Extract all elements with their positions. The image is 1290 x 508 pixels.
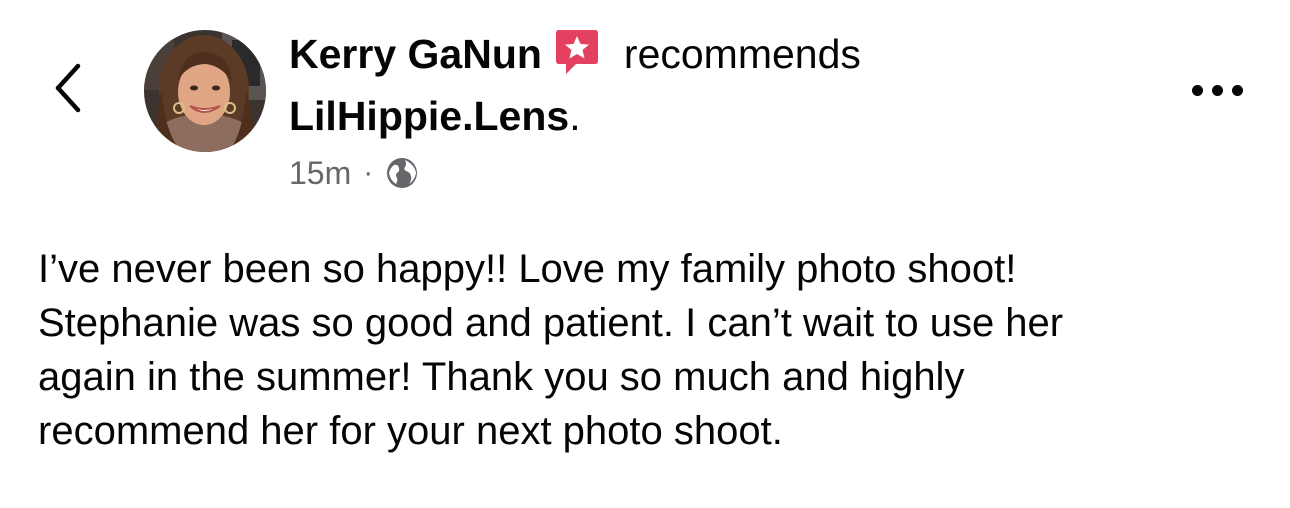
- more-options-icon: [1211, 84, 1223, 96]
- chevron-left-icon: [55, 63, 81, 113]
- header-line: Kerry GaNun recommends: [289, 26, 1109, 82]
- avatar[interactable]: [144, 30, 266, 152]
- timestamp[interactable]: 15m: [289, 155, 351, 192]
- post-meta: 15m ·: [289, 150, 1109, 196]
- post-header: Kerry GaNun recommends LilHippie.Lens. 1…: [289, 26, 1109, 196]
- recommend-star-icon: [554, 27, 600, 77]
- more-options-button[interactable]: [1186, 72, 1248, 108]
- author-name[interactable]: Kerry GaNun: [289, 31, 542, 78]
- page-line: LilHippie.Lens.: [289, 88, 1109, 144]
- action-text: recommends: [623, 30, 861, 77]
- back-button[interactable]: [44, 56, 92, 120]
- more-options-icon: [1231, 84, 1243, 96]
- more-options-icon: [1191, 84, 1203, 96]
- post-body-text: I’ve never been so happy!! Love my famil…: [38, 247, 1064, 453]
- meta-separator: ·: [363, 156, 374, 189]
- profile-photo: [144, 30, 266, 152]
- page-name-suffix: .: [569, 92, 581, 139]
- globe-icon[interactable]: [385, 156, 419, 190]
- recommended-page-name[interactable]: LilHippie.Lens: [289, 93, 569, 140]
